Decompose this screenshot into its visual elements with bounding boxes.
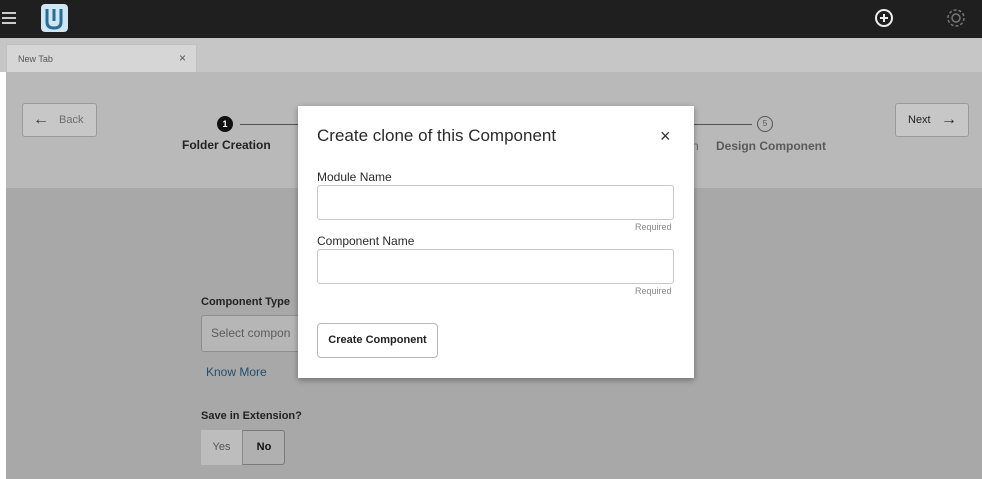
arrow-right-icon: → <box>941 111 957 128</box>
know-more-link[interactable]: Know More <box>206 365 267 379</box>
component-name-required: Required <box>635 286 672 296</box>
module-name-input[interactable] <box>317 185 674 220</box>
menu-icon[interactable] <box>2 10 18 26</box>
module-name-label: Module Name <box>317 170 392 184</box>
step-5-label: Design Component <box>716 139 826 153</box>
component-type-label: Component Type <box>201 296 291 308</box>
save-in-extension-label: Save in Extension? <box>201 410 302 422</box>
app-logo[interactable] <box>41 4 68 32</box>
component-name-label: Component Name <box>317 234 415 248</box>
next-button[interactable]: Next → <box>895 103 969 137</box>
step-1-indicator: 1 <box>217 116 233 132</box>
no-button[interactable]: No <box>243 430 285 465</box>
create-component-button[interactable]: Create Component <box>317 323 438 358</box>
plus-circle-icon[interactable] <box>872 6 896 30</box>
component-name-input[interactable] <box>317 249 674 284</box>
next-label: Next <box>908 114 931 126</box>
step-1-label: Folder Creation <box>182 138 271 152</box>
back-button[interactable]: ← Back <box>22 103 97 137</box>
step-connector <box>240 124 298 125</box>
component-type-placeholder: Select compon <box>211 326 291 340</box>
tab-close-icon[interactable]: × <box>179 51 186 65</box>
yes-button[interactable]: Yes <box>201 430 243 465</box>
close-icon[interactable]: × <box>660 126 671 147</box>
logo-mark-icon <box>45 9 63 30</box>
modal-title: Create clone of this Component <box>317 126 557 145</box>
back-label: Back <box>59 114 84 126</box>
step-connector <box>694 124 752 125</box>
step-5-indicator: 5 <box>757 116 773 132</box>
tab-new-tab[interactable]: New Tab × <box>6 44 197 72</box>
arrow-left-icon: ← <box>33 111 49 128</box>
tab-label: New Tab <box>18 54 53 64</box>
module-name-required: Required <box>635 222 672 232</box>
top-bar <box>0 0 982 38</box>
gear-icon[interactable] <box>944 6 968 30</box>
